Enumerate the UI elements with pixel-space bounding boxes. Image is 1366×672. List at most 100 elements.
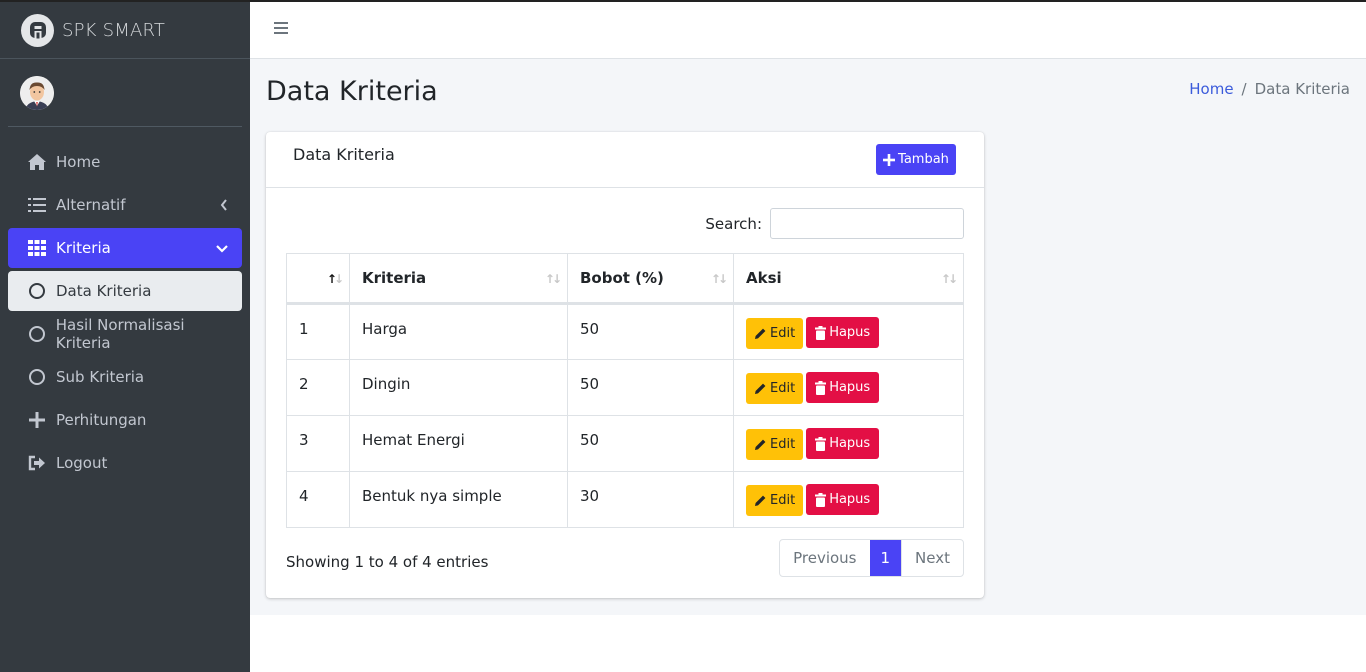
sidebar-item-label: Data Kriteria [56,282,152,300]
cell-actions: Edit Hapus [733,471,964,528]
sidebar-item-perhitungan[interactable]: Perhitungan [8,400,242,440]
kriteria-table: ↑↓ Kriteria ↑↓ Bobot (%) ↑↓ Aksi ↑↓ 1 Ha… [286,253,964,528]
column-header-aksi[interactable]: Aksi ↑↓ [733,253,964,305]
sort-icon: ↑↓ [940,272,958,286]
cell-actions: Edit Hapus [733,303,964,360]
column-header-label: Aksi [746,269,782,287]
breadcrumb-current: Data Kriteria [1254,80,1350,98]
brand-name: SPK SMART [62,19,166,41]
sidebar-item-data-kriteria[interactable]: Data Kriteria [8,271,242,311]
sidebar-item-label: Logout [56,454,108,472]
sidebar-item-hasil-normalisasi-kriteria[interactable]: Hasil Normalisasi Kriteria [8,314,242,354]
table-row: 3 Hemat Energi 50 Edit Hapus [286,415,964,472]
pencil-icon [755,439,766,450]
add-button-label: Tambah [898,152,949,167]
sidebar-item-label: Alternatif [56,196,126,214]
pencil-icon [755,328,766,339]
search-label: Search: [705,214,762,233]
chevron-left-icon [220,197,228,215]
sort-icon: ↑↓ [544,272,562,286]
sidebar-item-home[interactable]: Home [8,142,242,182]
plus-icon [26,410,48,430]
pencil-icon [755,383,766,394]
column-header-bobot[interactable]: Bobot (%) ↑↓ [567,253,734,305]
pagination: Previous 1 Next [779,539,964,577]
circle-icon [26,367,48,387]
list-icon [26,195,48,215]
column-header-kriteria[interactable]: Kriteria ↑↓ [349,253,568,305]
sidebar-nav: Home Alternatif Kriteria Data Kriteria H… [0,142,250,483]
chevron-down-icon [216,240,228,258]
cell-kriteria: Dingin [349,359,568,416]
add-button[interactable]: Tambah [876,144,956,175]
table-info: Showing 1 to 4 of 4 entries [286,553,489,571]
footer [250,615,1366,672]
sidebar-item-alternatif[interactable]: Alternatif [8,185,242,225]
delete-button[interactable]: Hapus [806,428,880,459]
edit-button[interactable]: Edit [746,484,804,516]
delete-button[interactable]: Hapus [806,317,880,348]
plus-icon [883,153,896,166]
edit-button-label: Edit [770,436,796,452]
sidebar-item-label: Sub Kriteria [56,368,145,386]
cell-bobot: 50 [567,303,734,360]
trash-icon [815,380,827,395]
cell-bobot: 50 [567,415,734,472]
card-header: Data Kriteria Tambah [266,132,984,188]
search-input[interactable] [770,208,964,239]
sort-icon: ↑↓ [710,272,728,286]
brand-link[interactable]: SPK SMART [0,2,250,59]
avatar[interactable] [20,75,54,110]
sidebar-item-label: Hasil Normalisasi Kriteria [55,316,185,352]
breadcrumb-home-link[interactable]: Home [1189,80,1233,98]
delete-button[interactable]: Hapus [806,372,880,403]
user-panel [8,59,242,127]
pagination-previous[interactable]: Previous [780,540,869,576]
cell-actions: Edit Hapus [733,415,964,472]
breadcrumb: Home / Data Kriteria [1189,80,1350,98]
sort-icon: ↑↓ [326,272,344,286]
trash-icon [815,492,827,507]
sidebar-item-logout[interactable]: Logout [8,443,242,483]
delete-button-label: Hapus [829,492,871,507]
sidebar-item-label: Home [56,153,101,171]
table-row: 2 Dingin 50 Edit Hapus [286,359,964,416]
cell-no: 3 [286,415,350,472]
cell-kriteria: Bentuk nya simple [349,471,568,528]
sidebar: SPK SMART Home Alternatif Kriteria Data … [0,0,250,672]
brand-logo-icon [21,13,54,47]
delete-button-label: Hapus [829,380,871,395]
edit-button[interactable]: Edit [746,317,804,349]
home-icon [26,152,48,172]
circle-icon [26,281,48,301]
cell-actions: Edit Hapus [733,359,964,416]
cell-bobot: 30 [567,471,734,528]
pagination-page-1[interactable]: 1 [869,540,902,576]
sidebar-item-label: Perhitungan [56,411,147,429]
main-content: Data Kriteria Home / Data Kriteria Data … [250,59,1366,615]
table-header-row: ↑↓ Kriteria ↑↓ Bobot (%) ↑↓ Aksi ↑↓ [286,253,964,305]
cell-kriteria: Harga [349,303,568,360]
circle-icon [26,324,48,344]
menu-toggle-icon[interactable] [274,22,288,37]
delete-button[interactable]: Hapus [806,484,880,515]
top-navbar [250,0,1366,59]
edit-button[interactable]: Edit [746,372,804,404]
edit-button-label: Edit [770,380,796,396]
page-title: Data Kriteria [266,76,438,107]
sidebar-item-kriteria[interactable]: Kriteria [8,228,242,268]
logout-icon [26,453,48,473]
trash-icon [815,325,827,340]
sidebar-item-sub-kriteria[interactable]: Sub Kriteria [8,357,242,397]
sidebar-item-label: Kriteria [56,239,111,257]
cell-no: 2 [286,359,350,416]
pagination-next[interactable]: Next [901,540,963,576]
cell-no: 1 [286,303,350,360]
cell-bobot: 50 [567,359,734,416]
column-header-no[interactable]: ↑↓ [286,253,350,305]
edit-button-label: Edit [770,325,796,341]
card-title: Data Kriteria [293,145,395,164]
table-row: 1 Harga 50 Edit Hapus [286,303,964,360]
edit-button-label: Edit [770,492,796,508]
edit-button[interactable]: Edit [746,428,804,460]
